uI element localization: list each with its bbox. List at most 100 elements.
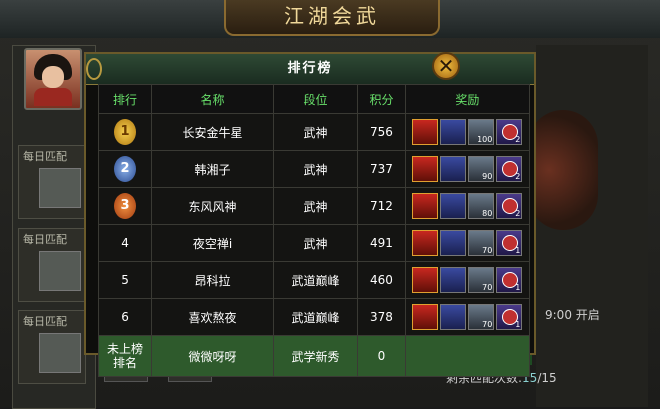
title-reward-icon[interactable] [412, 156, 439, 182]
daily-match-slot[interactable]: 每日匹配 [18, 310, 86, 384]
item-reward-icon[interactable]: 70 [468, 267, 495, 293]
tier-cell: 武神 [272, 224, 359, 262]
tier-cell: 武道巅峰 [272, 298, 359, 336]
close-icon: ✕ [437, 54, 455, 78]
reward-count: 2 [515, 209, 521, 218]
item-reward-icon[interactable]: 80 [468, 193, 495, 219]
table-row[interactable]: 3 东风风神 武神 712 80 2 [97, 187, 531, 225]
avatar[interactable] [24, 48, 82, 110]
reward-cell: 90 2 [404, 150, 531, 188]
token-reward-icon[interactable] [440, 230, 467, 256]
open-time-text: 9:00 开启 [545, 308, 600, 322]
rank-cell: 5 [97, 261, 153, 299]
rank-cell: 4 [97, 224, 153, 262]
tier-cell: 武神 [272, 187, 359, 225]
table-row[interactable]: 1 长安金牛星 武神 756 100 2 [97, 113, 531, 151]
reward-count: 80 [482, 209, 493, 218]
rank-cell: 1 [97, 113, 153, 151]
self-score-cell: 0 [357, 335, 406, 377]
reward-list: 100 2 [407, 119, 528, 145]
rank-cell: 3 [97, 187, 153, 225]
close-button[interactable]: ✕ [432, 52, 460, 80]
daily-match-label: 每日匹配 [23, 150, 67, 163]
daily-match-slot[interactable]: 每日匹配 [18, 228, 86, 302]
player-name-cell: 昂科拉 [151, 261, 274, 299]
reward-count: 90 [482, 172, 493, 181]
title-reward-icon[interactable] [412, 119, 439, 145]
rank-medal-icon: 3 [114, 193, 137, 219]
score-cell: 737 [357, 150, 406, 188]
title-reward-icon[interactable] [412, 304, 439, 330]
player-name-cell: 东风风神 [151, 187, 274, 225]
token-reward-icon[interactable] [440, 119, 467, 145]
player-name-cell: 长安金牛星 [151, 113, 274, 151]
table-row[interactable]: 2 韩湘子 武神 737 90 2 [97, 150, 531, 188]
header-rank: 排行 [97, 84, 153, 114]
reward-count: 70 [482, 283, 493, 292]
medal-reward-icon[interactable]: 2 [496, 119, 523, 145]
title-reward-icon[interactable] [412, 267, 439, 293]
token-reward-icon[interactable] [440, 304, 467, 330]
medal-reward-icon[interactable]: 1 [496, 304, 523, 330]
reward-item-icon [39, 251, 81, 291]
self-tier-cell: 武学新秀 [272, 335, 359, 377]
reward-list: 80 2 [407, 193, 528, 219]
reward-count: 70 [482, 320, 493, 329]
rank-medal-icon: 1 [114, 119, 137, 145]
medal-reward-icon[interactable]: 2 [496, 156, 523, 182]
medal-reward-icon[interactable]: 1 [496, 267, 523, 293]
reward-list: 70 1 [407, 230, 528, 256]
table-row[interactable]: 5 昂科拉 武道巅峰 460 70 1 [97, 261, 531, 299]
daily-match-slot[interactable]: 每日匹配 [18, 145, 86, 219]
score-cell: 460 [357, 261, 406, 299]
reward-list: 70 1 [407, 304, 528, 330]
leaderboard-table: 排行 名称 段位 积分 奖励 1 长安金牛星 武神 756 100 2 2 韩湘子 武神 737 9… [97, 84, 531, 377]
header-name: 名称 [151, 84, 274, 114]
item-reward-icon[interactable]: 90 [468, 156, 495, 182]
rank-medal-icon: 2 [114, 156, 137, 182]
score-cell: 491 [357, 224, 406, 262]
self-reward-cell [404, 335, 531, 377]
player-name-cell: 喜欢熬夜 [151, 298, 274, 336]
token-reward-icon[interactable] [440, 267, 467, 293]
reward-count: 1 [515, 283, 521, 292]
score-cell: 712 [357, 187, 406, 225]
token-reward-icon[interactable] [440, 156, 467, 182]
token-reward-icon[interactable] [440, 193, 467, 219]
table-row[interactable]: 4 夜空禅i 武神 491 70 1 [97, 224, 531, 262]
self-name-cell: 微微呀呀 [151, 335, 274, 377]
self-rank-cell: 未上榜 排名 [97, 335, 153, 377]
reward-count: 100 [477, 135, 493, 144]
tier-cell: 武道巅峰 [272, 261, 359, 299]
self-rank-row: 未上榜 排名 微微呀呀 武学新秀 0 [97, 335, 531, 377]
title-reward-icon[interactable] [412, 193, 439, 219]
header-reward: 奖励 [404, 84, 531, 114]
medal-reward-icon[interactable]: 2 [496, 193, 523, 219]
modal-title: 排行榜 [287, 61, 333, 76]
title-reward-icon[interactable] [412, 230, 439, 256]
scroll-ornament-icon [86, 58, 102, 80]
reward-count: 1 [515, 246, 521, 255]
reward-count: 1 [515, 320, 521, 329]
item-reward-icon[interactable]: 100 [468, 119, 495, 145]
tier-cell: 武神 [272, 150, 359, 188]
reward-cell: 70 1 [404, 224, 531, 262]
reward-list: 90 2 [407, 156, 528, 182]
score-cell: 378 [357, 298, 406, 336]
header-score: 积分 [357, 84, 406, 114]
table-row[interactable]: 6 喜欢熬夜 武道巅峰 378 70 1 [97, 298, 531, 336]
reward-cell: 70 1 [404, 298, 531, 336]
player-name-cell: 韩湘子 [151, 150, 274, 188]
medal-reward-icon[interactable]: 1 [496, 230, 523, 256]
reward-cell: 100 2 [404, 113, 531, 151]
remaining-total: /15 [537, 371, 557, 385]
reward-count: 70 [482, 246, 493, 255]
reward-count: 2 [515, 135, 521, 144]
tier-cell: 武神 [272, 113, 359, 151]
table-header-row: 排行 名称 段位 积分 奖励 [97, 84, 531, 114]
item-reward-icon[interactable]: 70 [468, 230, 495, 256]
item-reward-icon[interactable]: 70 [468, 304, 495, 330]
daily-match-label: 每日匹配 [23, 315, 67, 328]
player-name-cell: 夜空禅i [151, 224, 274, 262]
emblem-icon [528, 110, 598, 230]
